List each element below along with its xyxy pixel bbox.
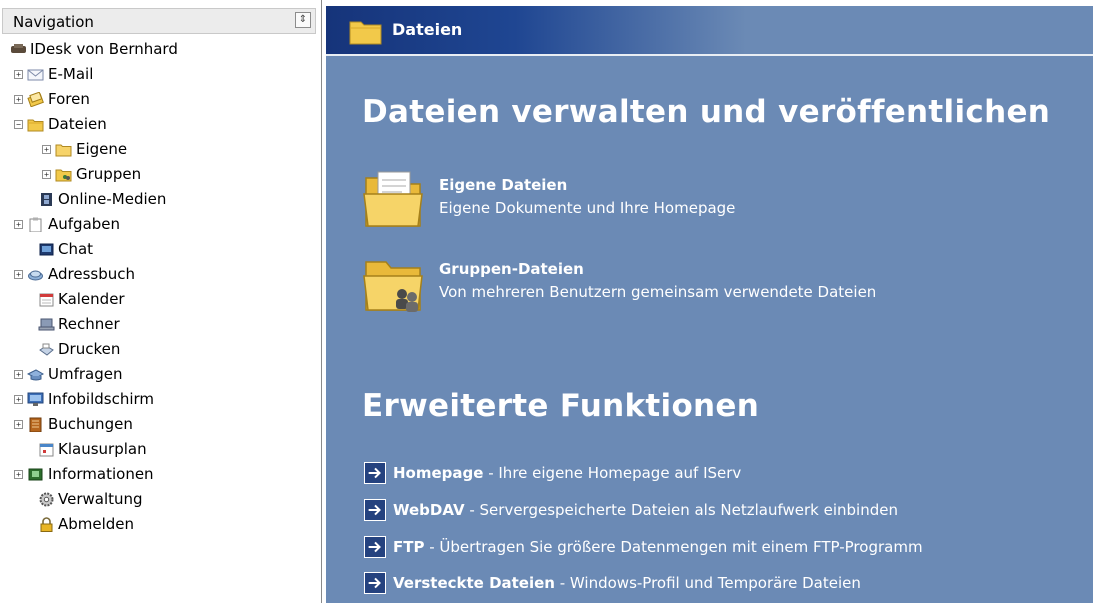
expand-toggle[interactable]: +: [14, 95, 23, 104]
computer-icon: [38, 318, 55, 331]
nav-item-label: Dateien: [48, 115, 107, 133]
info-icon: [28, 468, 43, 481]
survey-icon: [27, 369, 44, 381]
printer-icon: [39, 343, 54, 356]
nav-item-label: Kalender: [58, 290, 125, 308]
addressbook-icon: [28, 270, 43, 281]
nav-item-label: Online-Medien: [58, 190, 167, 208]
expand-toggle[interactable]: +: [14, 470, 23, 479]
link-desc: - Übertragen Sie größere Datenmengen mit…: [424, 538, 923, 556]
arrow-right-icon: [364, 462, 386, 484]
navigation-header: Navigation ⇕: [2, 8, 316, 34]
eigene-dateien-title: Eigene Dateien: [439, 176, 568, 194]
arrow-right-icon: [364, 536, 386, 558]
expand-toggle[interactable]: +: [14, 220, 23, 229]
monitor-icon: [27, 392, 44, 406]
nav-item-label: Infobildschirm: [48, 390, 155, 408]
nav-item-label: Chat: [58, 240, 94, 258]
expand-toggle[interactable]: +: [14, 370, 23, 379]
gruppen-dateien-link[interactable]: Gruppen-Dateien Von mehreren Benutzern g…: [362, 252, 962, 318]
lock-icon: [40, 517, 53, 532]
chat-icon: [39, 243, 54, 256]
forum-icon: [27, 92, 44, 107]
film-icon: [41, 193, 52, 206]
envelope-icon: [27, 69, 44, 81]
schedule-icon: [39, 443, 54, 457]
nav-item-label: Informationen: [48, 465, 154, 483]
booking-icon: [29, 417, 42, 432]
navigation-title: Navigation: [13, 13, 94, 31]
content-panel: Dateien Dateien verwalten und veröffentl…: [326, 6, 1093, 603]
expand-toggle[interactable]: +: [42, 145, 51, 154]
folder-icon: [55, 144, 72, 157]
tab-divider: [326, 54, 1093, 56]
expand-toggle[interactable]: +: [42, 170, 51, 179]
group-folder-icon: [55, 169, 72, 182]
navigation-collapse-toggle[interactable]: ⇕: [295, 12, 311, 28]
navigation-panel: Navigation ⇕ IDesk von Bernhard + E-Mail…: [0, 0, 322, 603]
collapse-toggle[interactable]: −: [14, 120, 23, 129]
desk-icon: [11, 44, 26, 53]
nav-item-label: Verwaltung: [58, 490, 143, 508]
nav-item-label: IDesk von Bernhard: [30, 40, 178, 58]
clipboard-icon: [29, 217, 42, 232]
nav-item-label: Drucken: [58, 340, 121, 358]
nav-item-label: Abmelden: [58, 515, 135, 533]
eigene-dateien-desc: Eigene Dokumente und Ihre Homepage: [439, 199, 736, 217]
page-title: Dateien verwalten und veröffentlichen: [362, 94, 1051, 130]
link-name: WebDAV: [393, 501, 465, 519]
eigene-dateien-link[interactable]: Eigene Dateien Eigene Dokumente und Ihre…: [362, 168, 862, 234]
arrow-right-icon: [364, 572, 386, 594]
nav-item-label: Eigene: [76, 140, 128, 158]
link-name: Versteckte Dateien: [393, 574, 555, 592]
expand-toggle[interactable]: +: [14, 395, 23, 404]
link-name: FTP: [393, 538, 425, 556]
gruppen-dateien-title: Gruppen-Dateien: [439, 260, 584, 278]
gruppen-dateien-desc: Von mehreren Benutzern gemeinsam verwend…: [439, 283, 877, 301]
section-tab-title: Dateien: [392, 20, 463, 39]
nav-item-label: Klausurplan: [58, 440, 147, 458]
expand-toggle[interactable]: +: [14, 70, 23, 79]
folder-icon: [349, 21, 382, 45]
link-desc: - Ihre eigene Homepage auf IServ: [483, 464, 742, 482]
expand-toggle[interactable]: +: [14, 420, 23, 429]
expand-toggle[interactable]: +: [14, 270, 23, 279]
link-name: Homepage: [393, 464, 484, 482]
section-heading: Erweiterte Funktionen: [362, 388, 760, 424]
nav-item-label: Aufgaben: [48, 215, 121, 233]
folder-icon: [27, 119, 44, 132]
arrow-right-icon: [364, 499, 386, 521]
link-desc: - Servergespeicherte Dateien als Netzlau…: [464, 501, 898, 519]
nav-item-label: Rechner: [58, 315, 120, 333]
nav-item-label: Buchungen: [48, 415, 133, 433]
nav-item-label: E-Mail: [48, 65, 94, 83]
folder-documents-icon: [363, 171, 423, 227]
nav-item-label: Gruppen: [76, 165, 142, 183]
nav-item-label: Umfragen: [48, 365, 123, 383]
nav-item-label: Adressbuch: [48, 265, 135, 283]
nav-item-label: Foren: [48, 90, 90, 108]
calendar-icon: [39, 293, 54, 307]
group-folder-icon: [363, 261, 423, 312]
section-tab: Dateien: [326, 6, 746, 54]
gear-icon: [39, 492, 54, 507]
link-desc: - Windows-Profil und Temporäre Dateien: [554, 574, 861, 592]
